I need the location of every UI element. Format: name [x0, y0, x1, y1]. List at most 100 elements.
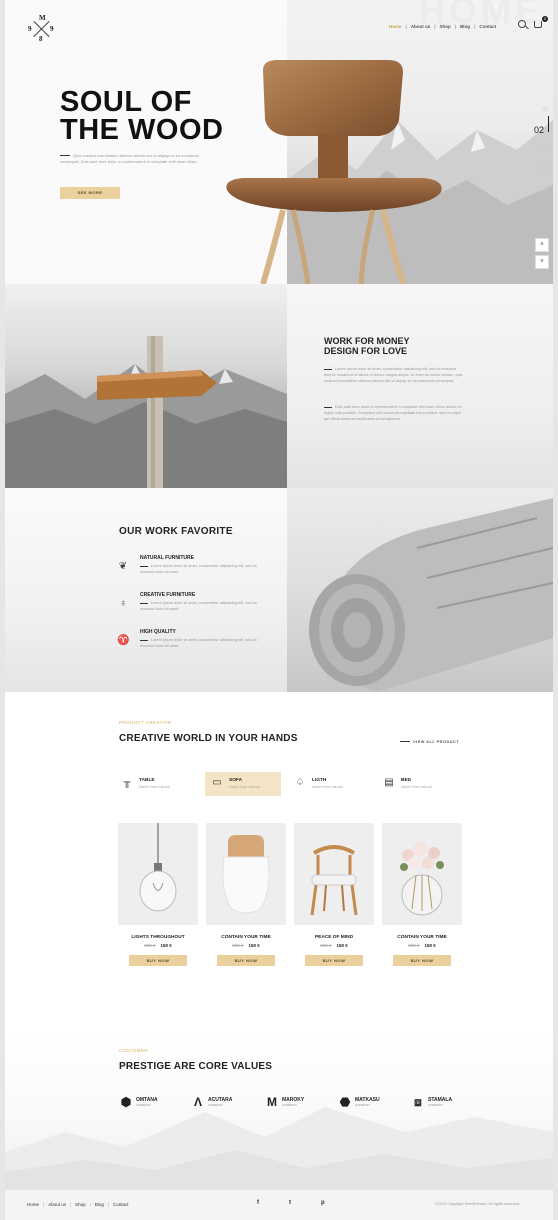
copyright-text: ©2019 Copyright HeedFreezer. All rights … [435, 1202, 520, 1206]
product-name: CONTAIN YOUR TIME [221, 935, 271, 940]
footer-link-blog[interactable]: Blog [95, 1202, 104, 1207]
search-icon[interactable] [518, 20, 526, 28]
bed-icon: ▤ [384, 777, 394, 788]
work-title: WORK FOR MONEY DESIGN FOR LOVE [324, 336, 410, 356]
product-price: 250 €150 € [408, 943, 436, 948]
hero-description: Quis nostrud exercitation ullamco labori… [60, 153, 199, 164]
product-card[interactable]: CONTAIN YOUR TIME 250 €150 € BUY NOW [206, 823, 286, 966]
product-price: 250 €150 € [320, 943, 348, 948]
category-sofa[interactable]: ▭ SOFA Made from natural [205, 772, 281, 796]
work-paragraph-1: Lorem ipsum dolor sit amet, consectetur … [324, 367, 463, 383]
main-nav: Home | About us | Shop | Blog | Contact [389, 24, 497, 29]
product-name: PEACE OF MIND [314, 935, 354, 940]
favorite-item: ♈ HIGH QUALITY Lorem ipsum dolor sit ame… [117, 629, 257, 648]
leaf-icon: ❦ [118, 561, 128, 572]
twitter-icon[interactable]: t [289, 1200, 291, 1206]
slide-prev-button[interactable]: ˄ [535, 238, 549, 252]
logo[interactable]: M 9 9 8 [27, 14, 57, 44]
view-all-products-link[interactable]: VIEW ALL PRODUCT [400, 739, 459, 744]
lightbulb-icon: ♁ [119, 598, 127, 609]
page: HOME M 9 9 8 Home | About us | Shop | Bl… [5, 0, 553, 1220]
product-name: LIGHTS THROUGHOUT [131, 935, 185, 940]
product-card[interactable]: PEACE OF MIND 250 €150 € BUY NOW [294, 823, 374, 966]
hero-title: SOUL OF THE WOOD [60, 86, 224, 146]
triangle-a-icon: Λ [193, 1095, 202, 1109]
trophy-icon: ♈ [117, 635, 130, 646]
products-title: CREATIVE WORLD IN YOUR HANDS [119, 733, 298, 744]
m-mark-icon: M [267, 1095, 277, 1109]
sofa-icon: ▭ [212, 777, 222, 788]
pinterest-icon[interactable]: p [321, 1200, 325, 1206]
brand-logo-matkasu[interactable]: ⬣ MATKASU COMPANY [338, 1095, 380, 1109]
slide-next-button[interactable]: ˅ [535, 255, 549, 269]
nav-blog[interactable]: Blog [460, 24, 470, 29]
favorite-item: ❦ NATURAL FURNITURE Lorem ipsum dolor si… [118, 555, 257, 574]
cube-icon: ⬢ [120, 1095, 132, 1109]
chair-image [226, 60, 442, 284]
work-panel: WORK FOR MONEY DESIGN FOR LOVE Lorem ips… [287, 284, 553, 488]
footer: Home | About us | Shop | Blog | Contact f t … [5, 1190, 553, 1220]
category-table[interactable]: ╥ TABLE Made from natural [115, 772, 191, 796]
table-icon: ╥ [123, 777, 131, 788]
product-image-vase-lamp [206, 823, 286, 925]
category-light[interactable]: ♤ LIGTH Made from natural [288, 772, 364, 796]
values-title: PRESTIGE ARE CORE VALUES [119, 1061, 273, 1072]
products-section: PRODUCT CREATIVE CREATIVE WORLD IN YOUR … [5, 692, 553, 1032]
values-mountain-background [5, 1107, 553, 1190]
brand-logo-stamala[interactable]: ⧈ STAMALA COMPANY [411, 1095, 452, 1109]
slide-3[interactable]: 03 [539, 140, 551, 160]
nav-contact[interactable]: Contact [479, 24, 496, 29]
work-paragraph-2: Duis aute irure dolor in reprehenderit i… [324, 405, 462, 421]
buy-now-button[interactable]: BUY NOW [217, 955, 275, 966]
slide-indicator: 01 02 03 04 05 [534, 100, 551, 200]
signpost-photo [5, 284, 287, 488]
slide-1[interactable]: 01 [539, 100, 551, 120]
product-image-bulb-lamp [118, 823, 198, 925]
values-kicker: CUSTOMER [119, 1048, 148, 1053]
footer-link-shop[interactable]: Shop [75, 1202, 86, 1207]
nav-home[interactable]: Home [389, 24, 402, 29]
cart-icon[interactable]: 0 [534, 15, 548, 28]
hexagon-m-icon: ⬣ [339, 1095, 351, 1109]
footer-links: Home | About us | Shop | Blog | Contact [27, 1202, 129, 1207]
facebook-icon[interactable]: f [257, 1200, 259, 1206]
buy-now-button[interactable]: BUY NOW [305, 955, 363, 966]
header-icons: 0 [518, 15, 548, 28]
favorite-panel: OUR WORK FAVORITE ❦ NATURAL FURNITURE Lo… [5, 488, 287, 692]
product-name: CONTAIN YOUR TIME [397, 935, 447, 940]
favorite-title: OUR WORK FAVORITE [119, 526, 233, 537]
brand-logo-acutara[interactable]: Λ ACUTARA COMPANY [191, 1095, 232, 1109]
footer-link-contact[interactable]: Contact [113, 1202, 129, 1207]
values-section: CUSTOMER PRESTIGE ARE CORE VALUES ⬢ OMTA… [5, 1032, 553, 1190]
nav-shop[interactable]: Shop [440, 24, 451, 29]
cart-count-badge: 0 [542, 15, 548, 22]
product-image-chair [294, 823, 374, 925]
lamp-icon: ♤ [295, 777, 305, 788]
buy-now-button[interactable]: BUY NOW [129, 955, 187, 966]
product-card[interactable]: CONTAIN YOUR TIME 250 €150 € BUY NOW [382, 823, 462, 966]
slide-4[interactable]: 04 [539, 160, 551, 180]
favorite-section: OUR WORK FAVORITE ❦ NATURAL FURNITURE Lo… [5, 488, 553, 692]
see-more-button[interactable]: SEE MORE [60, 187, 120, 199]
nav-about-us[interactable]: About us [411, 24, 431, 29]
brand-logo-omtana[interactable]: ⬢ OMTANA COMPANY [119, 1095, 158, 1109]
slide-5[interactable]: 05 [539, 180, 551, 200]
favorite-item: ♁ CREATIVE FURNITURE Lorem ipsum dolor s… [117, 592, 267, 622]
log-illustration [309, 498, 553, 692]
product-price: 250 €150 € [144, 943, 172, 948]
work-section: WORK FOR MONEY DESIGN FOR LOVE Lorem ips… [5, 284, 553, 488]
wood-log-photo [287, 488, 553, 692]
products-kicker: PRODUCT CREATIVE [119, 720, 172, 725]
signpost-illustration [5, 336, 287, 488]
hero-section: HOME M 9 9 8 Home | About us | Shop | Bl… [5, 0, 553, 284]
slide-active-bar [548, 116, 549, 132]
category-bed[interactable]: ▤ BED Made from natural [377, 772, 453, 796]
footer-link-about-us[interactable]: About us [48, 1202, 66, 1207]
brand-logo-maroky[interactable]: M MAROKY COMPANY [265, 1095, 304, 1109]
slide-2-current[interactable]: 02 [533, 120, 545, 140]
footer-link-home[interactable]: Home [27, 1202, 39, 1207]
product-card[interactable]: LIGHTS THROUGHOUT 250 €150 € BUY NOW [118, 823, 198, 966]
box-icon: ⧈ [414, 1095, 422, 1109]
product-price: 250 €150 € [232, 943, 260, 948]
buy-now-button[interactable]: BUY NOW [393, 955, 451, 966]
